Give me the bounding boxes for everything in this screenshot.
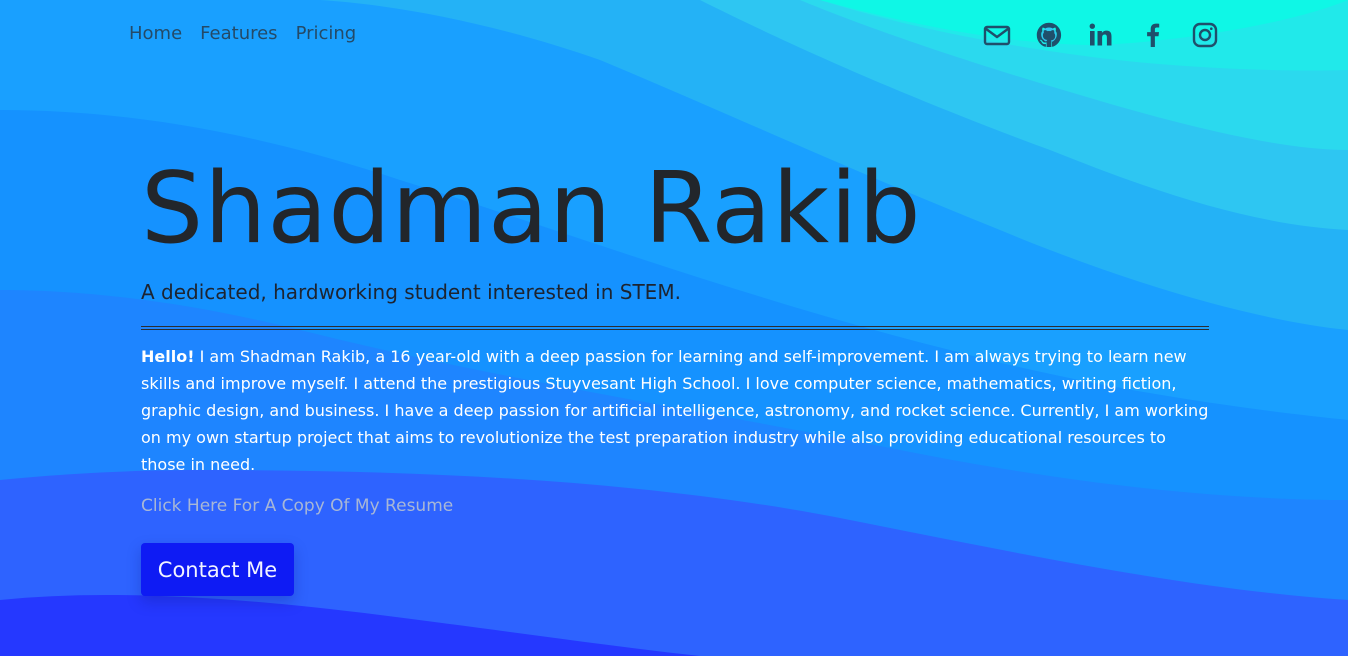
github-icon[interactable] [1034,20,1064,50]
social-icons [982,20,1220,50]
top-nav: Home Features Pricing [129,20,1220,50]
bio-greeting: Hello! [141,347,195,366]
linkedin-icon[interactable] [1086,20,1116,50]
hero-section: Shadman Rakib A dedicated, hardworking s… [141,150,1209,596]
instagram-icon[interactable] [1190,20,1220,50]
bio-text: I am Shadman Rakib, a 16 year-old with a… [141,347,1209,474]
nav-link-home[interactable]: Home [129,23,182,44]
nav-links: Home Features Pricing [129,23,374,44]
page: Home Features Pricing Shadman Rakib A de… [0,0,1348,656]
hero-divider [141,326,1209,330]
mail-icon[interactable] [982,20,1012,50]
hero-title: Shadman Rakib [141,152,922,266]
facebook-icon[interactable] [1138,20,1168,50]
hero-tagline: A dedicated, hardworking student interes… [141,280,681,304]
nav-link-features[interactable]: Features [200,23,277,44]
hero-bio: Hello! I am Shadman Rakib, a 16 year-old… [141,343,1209,478]
contact-me-button[interactable]: Contact Me [141,543,294,596]
nav-link-pricing[interactable]: Pricing [296,23,357,44]
resume-link[interactable]: Click Here For A Copy Of My Resume [141,496,453,516]
